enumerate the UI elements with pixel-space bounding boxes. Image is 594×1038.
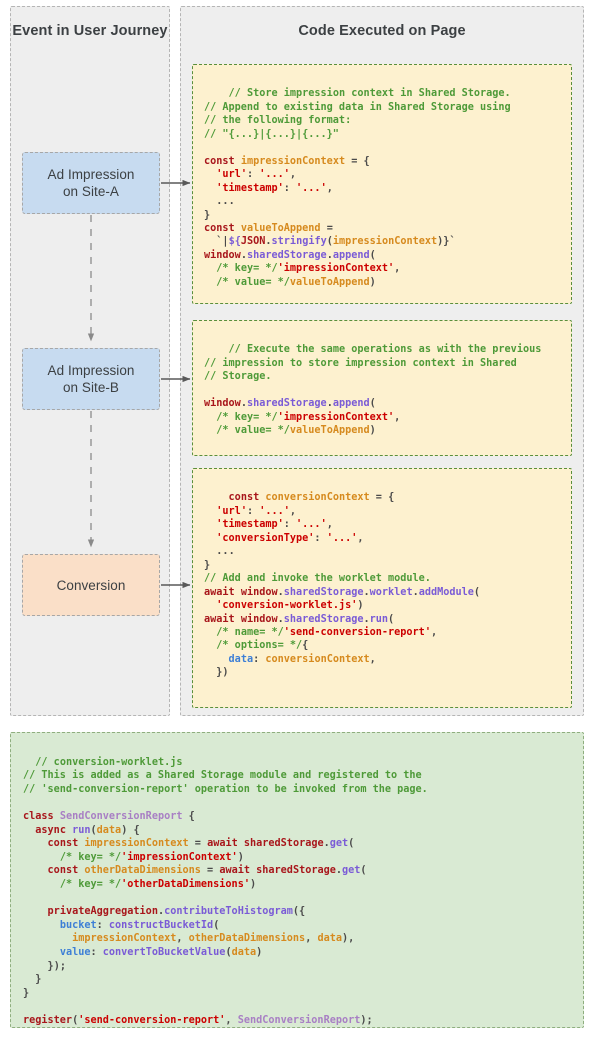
journey-code-region: Event in User Journey Code Executed on P… [0, 0, 594, 722]
code-text: const conversionContext = { 'url': '...'… [204, 492, 481, 679]
code-block-conversion-worklet: // conversion-worklet.js // This is adde… [10, 732, 584, 1028]
code-block-impression-site-b: // Execute the same operations as with t… [192, 320, 572, 456]
code-text: // Execute the same operations as with t… [204, 344, 542, 437]
code-block-impression-site-a: // Store impression context in Shared St… [192, 64, 572, 304]
code-block-conversion: const conversionContext = { 'url': '...'… [192, 468, 572, 708]
code-text: // Store impression context in Shared St… [204, 88, 511, 288]
code-text: // conversion-worklet.js // This is adde… [23, 756, 428, 1026]
